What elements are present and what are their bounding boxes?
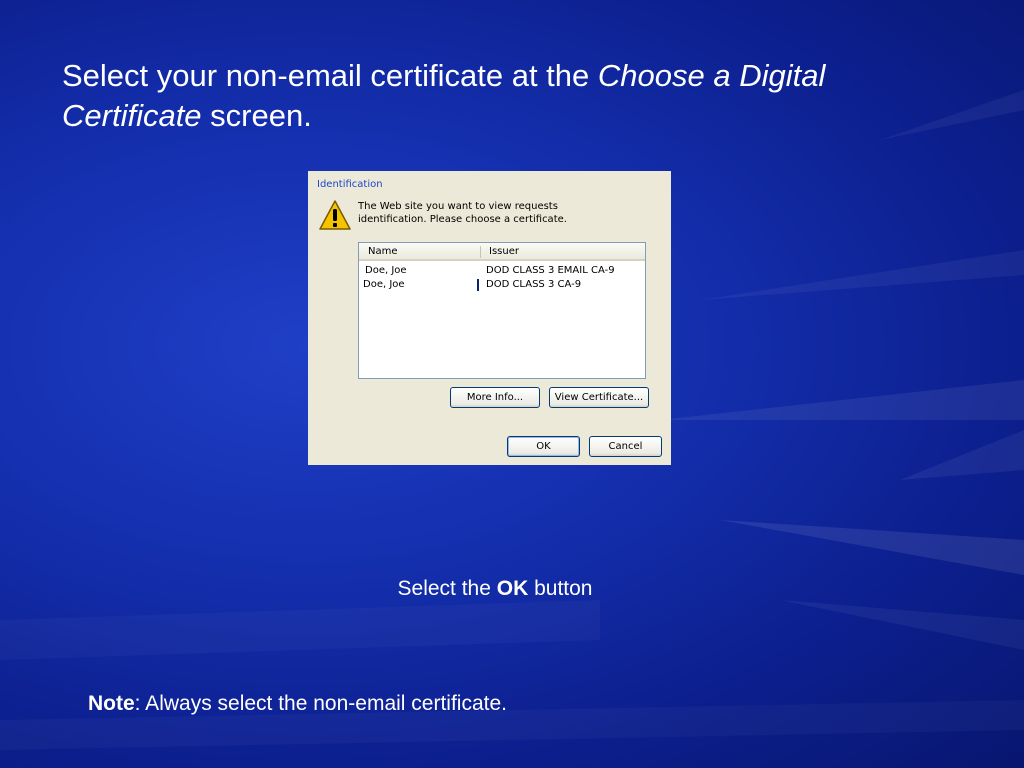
warning-icon xyxy=(319,200,351,230)
cancel-button[interactable]: Cancel xyxy=(589,436,662,457)
identification-dialog: Identification The Web site you want to … xyxy=(308,171,671,465)
dialog-message: The Web site you want to view requests i… xyxy=(358,201,567,225)
ok-button[interactable]: OK xyxy=(507,436,580,457)
certificate-row-non-email[interactable]: Doe, Joe DOD CLASS 3 CA-9 xyxy=(359,278,645,292)
certificate-row-email[interactable]: Doe, Joe DOD CLASS 3 EMAIL CA-9 xyxy=(359,264,645,278)
instruction-bold: OK xyxy=(496,577,529,600)
certificate-list[interactable]: Name Issuer Doe, Joe DOD CLASS 3 EMAIL C… xyxy=(358,242,646,379)
cert-name: Doe, Joe xyxy=(363,279,405,290)
list-header: Name Issuer xyxy=(359,243,645,261)
focus-caret xyxy=(477,279,479,291)
cert-name: Doe, Joe xyxy=(365,265,407,276)
instruction-prefix: Select the xyxy=(397,577,497,600)
cert-issuer: DOD CLASS 3 CA-9 xyxy=(486,279,582,290)
instruction-suffix: button xyxy=(528,577,593,600)
note-label: Note xyxy=(88,692,135,715)
view-certificate-button[interactable]: View Certificate... xyxy=(549,387,649,408)
title-text-2: screen. xyxy=(201,98,312,133)
more-info-button[interactable]: More Info... xyxy=(450,387,540,408)
column-header-name[interactable]: Name xyxy=(368,246,398,257)
dialog-title: Identification xyxy=(317,179,383,190)
note-text: Note: Always select the non-email certif… xyxy=(88,692,507,716)
slide-title: Select your non-email certificate at the… xyxy=(62,56,962,136)
title-text-1: Select your non-email certificate at the xyxy=(62,58,598,93)
column-header-issuer[interactable]: Issuer xyxy=(489,246,519,257)
cert-issuer: DOD CLASS 3 EMAIL CA-9 xyxy=(486,265,615,276)
column-separator[interactable] xyxy=(480,246,481,258)
note-body: : Always select the non-email certificat… xyxy=(134,692,508,715)
instruction-text: Select the OK button xyxy=(0,577,990,601)
